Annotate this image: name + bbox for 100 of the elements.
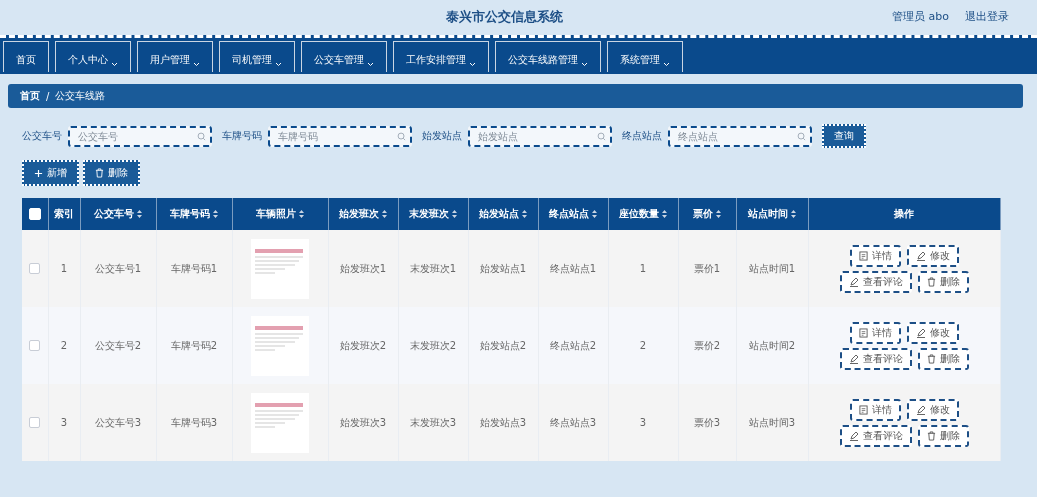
select-all-checkbox[interactable]: [28, 208, 41, 220]
sort-icon[interactable]: [452, 210, 457, 218]
delete-button[interactable]: 删除: [917, 424, 969, 447]
pencil-icon: [848, 276, 859, 287]
trash-icon: [926, 353, 936, 364]
table-cell: 始发班次3: [339, 416, 387, 428]
detail-button[interactable]: 详情: [849, 244, 901, 267]
search-label: 公交车号: [22, 129, 62, 143]
search-icon: [397, 131, 406, 141]
nav-menu-item[interactable]: 个人中心: [55, 41, 131, 72]
plus-icon: [34, 168, 43, 178]
document-icon: [858, 327, 868, 338]
row-checkbox[interactable]: [29, 340, 41, 352]
search-label: 始发站点: [422, 129, 462, 143]
edit-button[interactable]: 修改: [906, 321, 959, 344]
pencil-icon: [848, 353, 859, 364]
comment-button[interactable]: 查看评论: [839, 424, 912, 447]
table-cell: 3: [639, 417, 647, 428]
add-button[interactable]: 新增: [22, 160, 79, 186]
nav-menu-item[interactable]: 工作安排管理: [393, 41, 489, 72]
sort-icon[interactable]: [716, 210, 721, 218]
query-button[interactable]: 查询: [822, 124, 866, 148]
pencil-icon: [915, 250, 926, 261]
column-header: 操作: [894, 207, 914, 221]
detail-button[interactable]: 详情: [849, 321, 901, 344]
table-cell: 末发班次1: [409, 262, 457, 274]
sort-icon[interactable]: [592, 210, 597, 218]
search-icon: [797, 131, 806, 141]
trash-icon: [926, 430, 936, 441]
table-cell: 终点站点2: [549, 339, 597, 351]
sort-icon[interactable]: [791, 210, 796, 218]
table-cell: 始发站点2: [479, 339, 527, 351]
table-cell: 车牌号码2: [170, 339, 218, 351]
table-cell: 始发班次2: [339, 339, 387, 351]
table-cell: 终点站点3: [549, 416, 597, 428]
delete-button[interactable]: 删除: [917, 270, 969, 293]
column-header: 索引: [54, 207, 74, 221]
table-cell: 始发站点1: [479, 262, 527, 274]
delete-button[interactable]: 删除: [917, 347, 969, 370]
table-cell: 车牌号码3: [170, 416, 218, 428]
pencil-icon: [915, 327, 926, 338]
table-cell: 1: [639, 263, 647, 274]
sort-icon[interactable]: [213, 210, 218, 218]
sort-icon[interactable]: [382, 210, 387, 218]
search-field[interactable]: 始发站点: [468, 125, 612, 147]
search-label: 终点站点: [622, 129, 662, 143]
detail-button[interactable]: 详情: [849, 398, 901, 421]
comment-button[interactable]: 查看评论: [839, 347, 912, 370]
pencil-icon: [848, 430, 859, 441]
search-field[interactable]: 公交车号: [68, 125, 212, 147]
edit-button[interactable]: 修改: [906, 398, 959, 421]
trash-icon: [95, 168, 104, 178]
breadcrumb-separator: /: [46, 90, 50, 102]
nav-menu-item[interactable]: 用户管理: [137, 41, 213, 72]
document-icon: [858, 404, 868, 415]
column-header[interactable]: 票价: [693, 207, 713, 221]
table-cell: 终点站点1: [549, 262, 597, 274]
app-title: 泰兴市公交信息系统: [446, 7, 563, 26]
photo-placeholder: [251, 392, 309, 453]
edit-button[interactable]: 修改: [906, 244, 959, 267]
table-cell: 1: [60, 263, 68, 274]
nav-menu-item[interactable]: 公交车管理: [301, 41, 387, 72]
sort-icon[interactable]: [522, 210, 527, 218]
sort-icon[interactable]: [137, 210, 142, 218]
comment-button[interactable]: 查看评论: [839, 270, 912, 293]
table-cell: 2: [60, 340, 68, 351]
breadcrumb-item: 公交车线路: [55, 89, 106, 103]
logout-link[interactable]: 退出登录: [965, 9, 1009, 24]
search-icon: [197, 131, 206, 141]
user-name: 管理员 abo: [892, 9, 949, 24]
sort-icon[interactable]: [299, 210, 304, 218]
nav-menu-item[interactable]: 系统管理: [607, 41, 683, 72]
table-cell: 始发班次1: [339, 262, 387, 274]
sort-icon[interactable]: [662, 210, 667, 218]
table-cell: 票价1: [693, 262, 721, 274]
table-cell: 2: [639, 340, 647, 351]
delete-button[interactable]: 删除: [83, 160, 140, 186]
breadcrumb-item[interactable]: 首页: [20, 89, 40, 103]
table-cell: 末发班次3: [409, 416, 457, 428]
table-cell: 3: [60, 417, 68, 428]
photo-placeholder: [251, 315, 309, 376]
search-label: 车牌号码: [222, 129, 262, 143]
table-cell: 车牌号码1: [170, 262, 218, 274]
table-cell: 站点时间3: [748, 416, 796, 428]
search-icon: [597, 131, 606, 141]
document-icon: [858, 250, 868, 261]
nav-menu-item[interactable]: 司机管理: [219, 41, 295, 72]
search-field[interactable]: 车牌号码: [268, 125, 412, 147]
table-cell: 站点时间2: [748, 339, 796, 351]
nav-menu-item[interactable]: 首页: [3, 41, 49, 72]
table-cell: 公交车号1: [94, 262, 142, 274]
row-checkbox[interactable]: [29, 417, 41, 429]
table-cell: 始发站点3: [479, 416, 527, 428]
column-header[interactable]: 车辆照片: [256, 207, 296, 221]
photo-placeholder: [251, 238, 309, 299]
trash-icon: [926, 276, 936, 287]
nav-menu-item[interactable]: 公交车线路管理: [495, 41, 601, 72]
row-checkbox[interactable]: [29, 263, 41, 275]
search-field[interactable]: 终点站点: [668, 125, 812, 147]
table-cell: 公交车号3: [94, 416, 142, 428]
